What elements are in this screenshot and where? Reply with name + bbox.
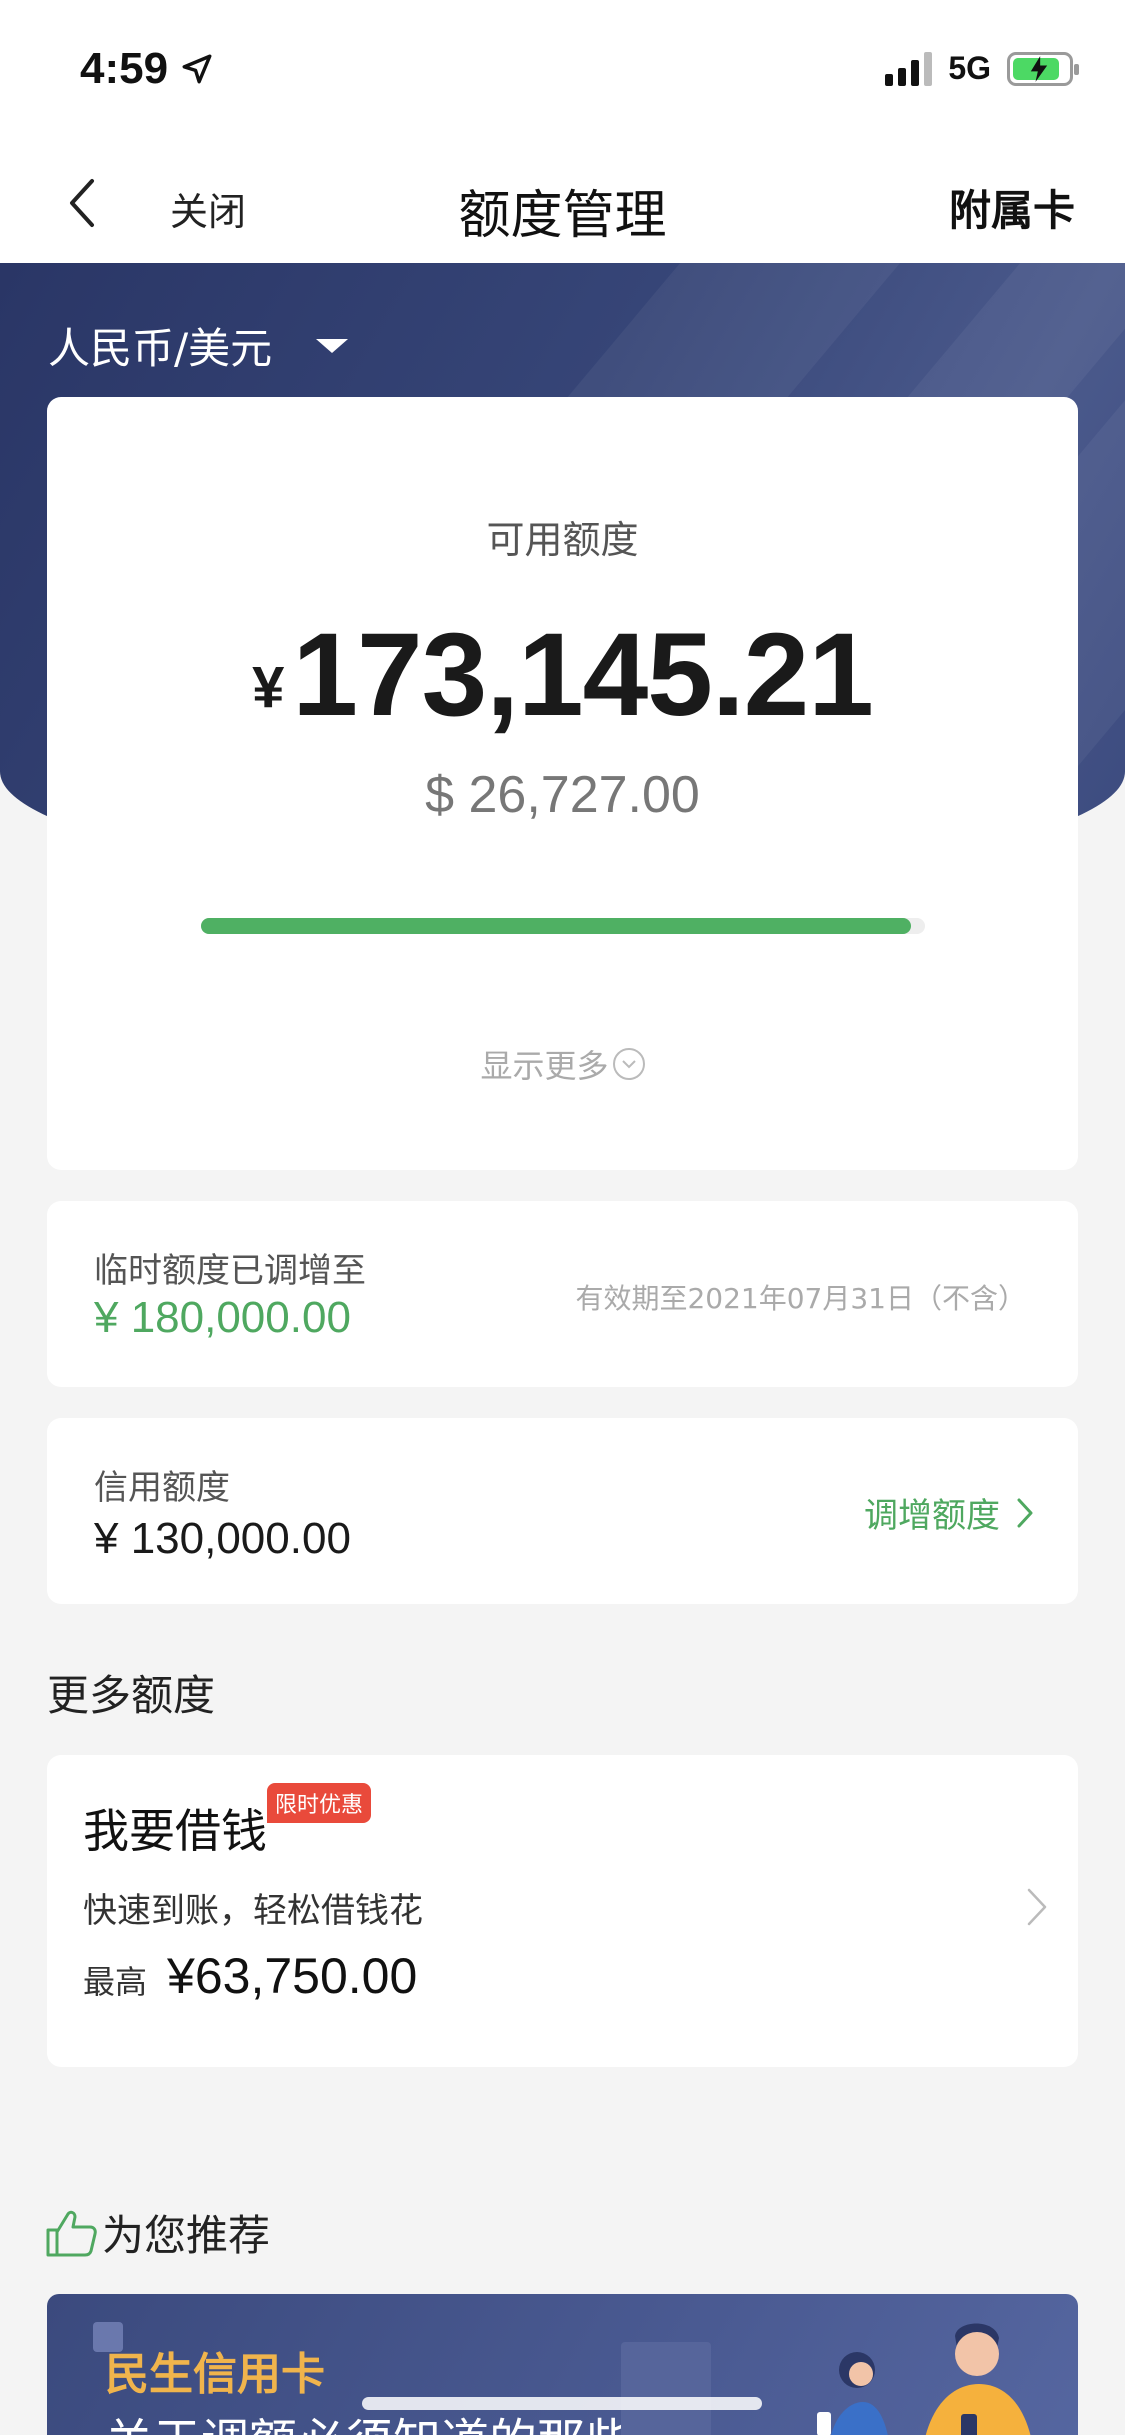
chevron-left-icon	[70, 179, 94, 227]
location-arrow-icon	[182, 54, 212, 84]
max-amount-value: ¥63,750.00	[167, 1948, 418, 2004]
woman-illustration-icon	[817, 2352, 888, 2435]
recommend-title: 为您推荐	[102, 2211, 271, 2260]
time-text: 4:59	[80, 44, 169, 93]
back-button[interactable]	[52, 173, 112, 233]
borrow-money-card[interactable]: 我要借钱 限时优惠 快速到账，轻松借钱花 最高 ¥63,750.00	[47, 1755, 1078, 2067]
borrow-money-subtitle: 快速到账，轻松借钱花	[83, 1891, 423, 1931]
currency-selector[interactable]: 人民币/美元	[48, 315, 349, 376]
show-more-label: 显示更多	[480, 1047, 609, 1085]
progress-fill	[201, 918, 911, 934]
currency-label: 人民币/美元	[48, 324, 273, 373]
thumbs-up-icon	[46, 2210, 97, 2256]
caret-down-icon	[316, 338, 349, 353]
more-credit-heading: 更多额度	[47, 1671, 216, 1720]
temporary-credit-card: 临时额度已调增至 ¥ 180,000.00 有效期至2021年07月31日（不含…	[47, 1201, 1078, 1387]
raise-limit-label: 调增额度	[864, 1496, 1000, 1536]
borrow-money-title: 我要借钱	[83, 1804, 267, 1858]
man-illustration-icon	[925, 2323, 1031, 2435]
home-indicator	[362, 2397, 762, 2410]
borrow-max-amount: 最高 ¥63,750.00	[83, 1947, 417, 2005]
show-more-button[interactable]: 显示更多	[47, 1041, 1078, 1087]
charging-bolt-icon	[1030, 55, 1048, 82]
promo-decoration	[621, 2342, 711, 2435]
chevron-down-circle-icon	[612, 1048, 645, 1080]
network-label: 5G	[948, 50, 991, 86]
promo-brand: 民生信用卡	[105, 2349, 325, 2400]
temporary-credit-validity: 有效期至2021年07月31日（不含）	[575, 1282, 1026, 1315]
chevron-right-icon	[1017, 1498, 1033, 1527]
credit-limit-amount: ¥ 130,000.00	[94, 1514, 351, 1563]
chevron-right-icon	[1027, 1888, 1047, 1926]
available-amount-value: 173,145.21	[292, 609, 874, 741]
limited-offer-badge: 限时优惠	[267, 1783, 372, 1823]
status-bar: 4:59 5G	[0, 0, 1125, 145]
available-credit-label: 可用额度	[486, 518, 639, 562]
credit-limit-label: 信用额度	[94, 1468, 230, 1508]
temporary-credit-amount: ¥ 180,000.00	[94, 1293, 351, 1342]
max-label: 最高	[83, 1963, 148, 2001]
signal-icon	[885, 51, 933, 86]
credit-usage-progress	[201, 918, 925, 934]
supplementary-card-button[interactable]: 附属卡	[949, 177, 1075, 238]
promo-banner[interactable]: 民生信用卡 关于调额必须知道的那些事	[47, 2294, 1078, 2435]
available-credit-card: 可用额度 ¥173,145.21 $ 26,727.00 显示更多	[47, 397, 1078, 1170]
raise-limit-button[interactable]: 调增额度	[864, 1488, 1034, 1537]
usd-available-amount: $ 26,727.00	[425, 766, 700, 824]
available-credit-amount: ¥173,145.21	[47, 607, 1078, 743]
status-time: 4:59	[80, 44, 214, 94]
battery-icon	[1007, 51, 1079, 86]
recommend-heading: 为您推荐	[44, 2202, 270, 2263]
status-indicators: 5G	[885, 50, 1079, 87]
credit-limit-card: 信用额度 ¥ 130,000.00 调增额度	[47, 1418, 1078, 1604]
rmb-symbol: ¥	[252, 655, 285, 720]
nav-bar: 关闭 额度管理 附属卡	[0, 145, 1125, 263]
close-button[interactable]: 关闭	[170, 181, 246, 236]
temporary-credit-label: 临时额度已调增至	[94, 1251, 366, 1291]
